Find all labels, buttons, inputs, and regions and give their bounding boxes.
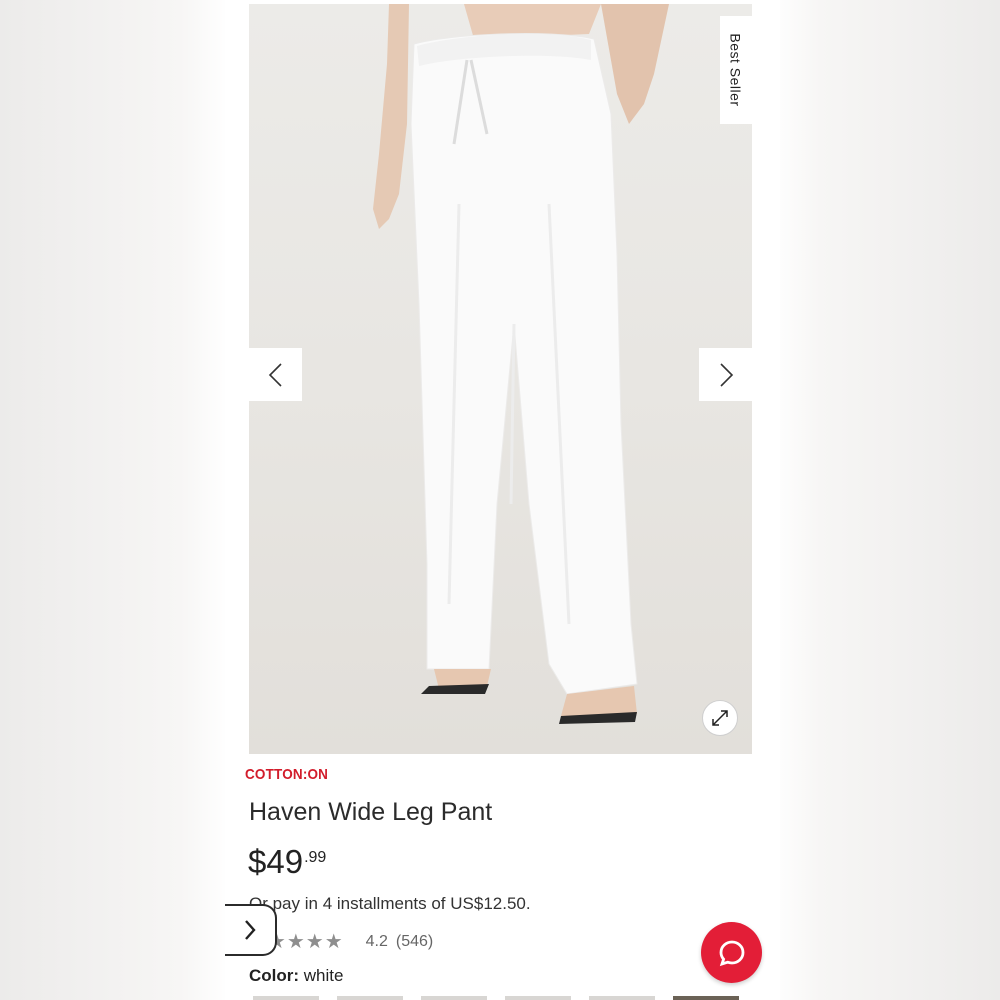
color-swatch[interactable] — [673, 996, 739, 1000]
badge-label: Best Seller — [728, 33, 745, 107]
next-image-button[interactable] — [699, 348, 752, 401]
chevron-right-icon — [245, 920, 256, 940]
expand-icon — [712, 710, 728, 726]
product-price: $49 .99 — [248, 843, 326, 881]
expand-image-button[interactable] — [702, 700, 738, 736]
product-image — [373, 4, 669, 724]
color-swatch[interactable] — [589, 996, 655, 1000]
previous-image-button[interactable] — [249, 348, 302, 401]
color-selection-label: Color: white — [249, 966, 343, 986]
side-panel-toggle[interactable] — [225, 904, 277, 956]
installments-text: Or pay in 4 installments of US$12.50. — [249, 894, 531, 913]
rating-count[interactable]: (546) — [396, 933, 433, 951]
brand-logo[interactable]: COTTON:ON — [245, 766, 328, 783]
chat-bubble-icon — [719, 940, 744, 966]
color-swatch[interactable] — [505, 996, 571, 1000]
best-seller-badge: Best Seller — [720, 16, 752, 124]
color-swatch[interactable] — [337, 996, 403, 1000]
price-cents: .99 — [304, 849, 327, 866]
color-swatch[interactable] — [421, 996, 487, 1000]
color-label: Color: — [249, 966, 300, 985]
color-value: white — [303, 966, 344, 985]
rating-value: 4.2 — [365, 932, 388, 950]
product-page: Best Seller COTTON:ON Haven Wide Leg Pan… — [225, 0, 780, 1000]
chevron-left-icon — [268, 362, 282, 387]
chat-button[interactable] — [701, 922, 762, 983]
chevron-right-icon — [719, 362, 733, 387]
price-main: $49 — [248, 843, 304, 880]
product-image-carousel[interactable]: Best Seller — [249, 4, 752, 754]
color-swatch[interactable] — [253, 996, 319, 1000]
product-title: Haven Wide Leg Pant — [249, 798, 493, 826]
